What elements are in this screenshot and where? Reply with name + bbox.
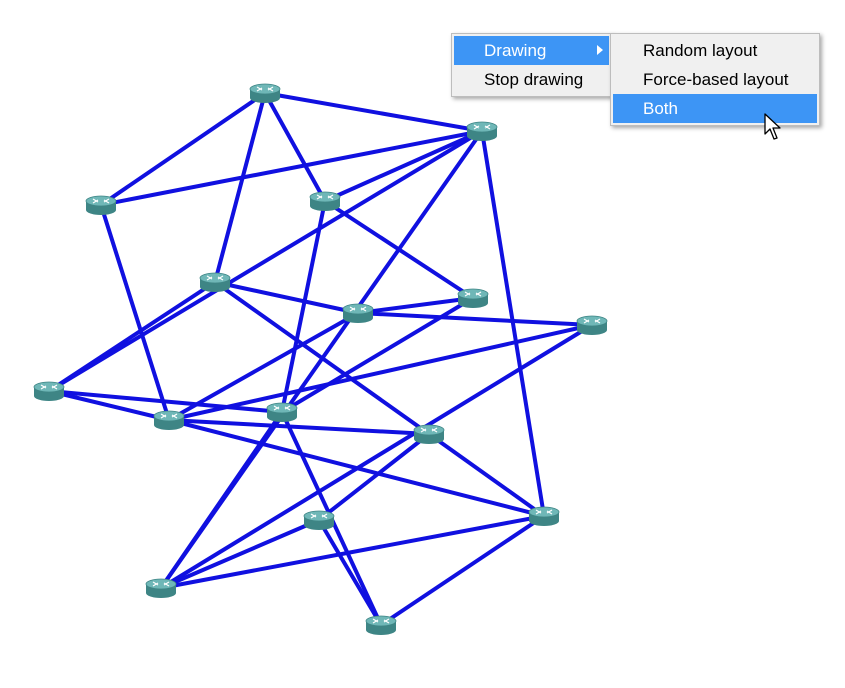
menu-item-label: Random layout <box>643 41 758 60</box>
arrow-cursor-icon <box>764 113 781 140</box>
network-link <box>263 91 484 133</box>
network-link <box>99 203 171 422</box>
router-icon[interactable] <box>199 272 231 292</box>
menu-item-drawing[interactable]: Drawing <box>454 36 609 65</box>
drawing-submenu: Random layout Force-based layout Both <box>610 33 820 126</box>
menu-item-random-layout[interactable]: Random layout <box>613 36 817 65</box>
router-icon[interactable] <box>457 288 489 308</box>
link-layer <box>47 91 594 627</box>
network-link <box>167 418 546 518</box>
router-icon[interactable] <box>85 195 117 215</box>
menu-item-stop-drawing[interactable]: Stop drawing <box>454 65 609 94</box>
router-icon[interactable] <box>266 402 298 422</box>
router-icon[interactable] <box>33 381 65 401</box>
context-menu: Drawing Stop drawing <box>451 33 612 97</box>
submenu-arrow-icon <box>597 45 603 55</box>
network-link <box>263 91 327 203</box>
router-icon[interactable] <box>303 510 335 530</box>
router-icon[interactable] <box>365 615 397 635</box>
router-icon[interactable] <box>153 410 185 430</box>
router-icon[interactable] <box>249 83 281 103</box>
router-icon[interactable] <box>145 578 177 598</box>
menu-item-both[interactable]: Both <box>613 94 817 123</box>
network-link <box>317 518 383 627</box>
router-icon[interactable] <box>413 424 445 444</box>
menu-item-label: Stop drawing <box>484 70 584 89</box>
router-icon[interactable] <box>528 506 560 526</box>
network-link <box>280 199 327 414</box>
router-icon[interactable] <box>342 303 374 323</box>
menu-item-label: Both <box>643 99 678 118</box>
router-icon[interactable] <box>466 121 498 141</box>
menu-item-label: Drawing <box>484 41 547 60</box>
menu-item-label: Force-based layout <box>643 70 789 89</box>
network-link <box>356 296 475 315</box>
network-link <box>356 311 594 327</box>
router-icon[interactable] <box>576 315 608 335</box>
router-icon[interactable] <box>309 191 341 211</box>
menu-item-force-based-layout[interactable]: Force-based layout <box>613 65 817 94</box>
network-link <box>317 432 431 522</box>
network-link <box>427 432 546 518</box>
